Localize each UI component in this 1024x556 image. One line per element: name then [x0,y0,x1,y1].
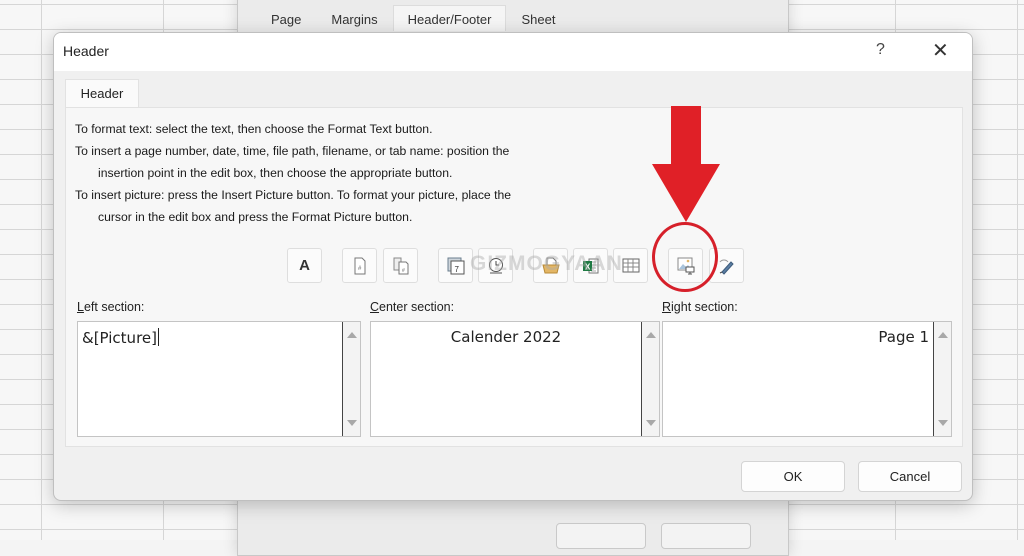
left-section-scrollbar[interactable] [342,322,360,436]
left-section-value: &[Picture] [82,329,157,347]
clock-icon [488,257,503,273]
page-setup-tabs: Page Margins Header/Footer Sheet [256,5,570,31]
scroll-down-icon[interactable] [646,420,656,426]
svg-text:7: 7 [454,265,459,274]
sheet-grid-icon [622,258,639,272]
left-section-label: Left section: [77,300,145,314]
instruction-line: To insert a page number, date, time, fil… [75,144,510,158]
insert-file-name-button[interactable]: X [573,248,608,283]
scroll-up-icon[interactable] [347,332,357,338]
scroll-down-icon[interactable] [347,420,357,426]
tab-sheet[interactable]: Sheet [506,5,570,31]
insert-date-button[interactable]: 7 [438,248,473,283]
folder-path-icon [541,257,560,273]
instruction-line: insertion point in the edit box, then ch… [98,166,453,180]
svg-text:#: # [402,268,405,274]
scroll-up-icon[interactable] [938,332,948,338]
title-bar: Header ? ✕ [54,33,972,71]
left-section-input[interactable]: &[Picture] [77,321,361,437]
format-text-button[interactable]: A [287,248,322,283]
center-section-value: Calender 2022 [450,328,562,346]
excel-file-icon: X [582,258,598,273]
tab-margins[interactable]: Margins [316,5,392,31]
right-section-scrollbar[interactable] [933,322,951,436]
calendar-icon: 7 [447,257,464,274]
instruction-line: To insert picture: press the Insert Pict… [75,188,512,202]
insert-page-number-button[interactable]: # [342,248,377,283]
ok-button[interactable]: OK [741,461,845,492]
tab-header[interactable]: Header [65,79,139,108]
tab-page[interactable]: Page [256,5,316,31]
insert-sheet-name-button[interactable] [613,248,648,283]
scroll-up-icon[interactable] [646,332,656,338]
format-picture-icon [719,259,734,275]
header-toolbar: A # # 7 X [66,248,962,284]
page-number-icon: # [354,257,365,274]
svg-text:X: X [585,262,591,271]
scroll-down-icon[interactable] [938,420,948,426]
insert-time-button[interactable] [478,248,513,283]
insert-file-path-button[interactable] [533,248,568,283]
insert-number-of-pages-button[interactable]: # [383,248,418,283]
number-of-pages-icon: # [393,257,408,274]
center-section-input[interactable]: Calender 2022 [370,321,660,437]
header-dialog: Header ? ✕ Header To format text: select… [53,32,973,501]
right-section-value: Page 1 [878,328,929,346]
instruction-line: To format text: select the text, then ch… [75,122,433,136]
cancel-button[interactable]: Cancel [858,461,962,492]
help-button[interactable]: ? [876,41,885,59]
dialog-title: Header [63,43,109,59]
instruction-line: cursor in the edit box and press the For… [98,210,413,224]
red-circle-annotation [652,222,718,292]
page-setup-cancel-button[interactable] [661,523,751,549]
format-text-icon: A [299,257,310,274]
center-section-scrollbar[interactable] [641,322,659,436]
red-arrow-annotation-icon [652,106,720,222]
center-section-label: Center section: [370,300,455,314]
header-panel: To format text: select the text, then ch… [65,107,963,447]
right-section-label: Right section: [662,300,738,314]
right-section-input[interactable]: Page 1 [662,321,952,437]
text-cursor [158,328,159,346]
page-setup-ok-button[interactable] [556,523,646,549]
close-button[interactable]: ✕ [932,38,949,63]
instructions: To format text: select the text, then ch… [75,118,511,228]
tab-header-footer[interactable]: Header/Footer [392,5,507,31]
